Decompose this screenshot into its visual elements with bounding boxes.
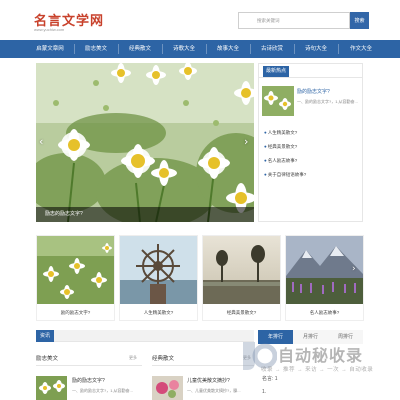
watermark-subtitle: 收录 → 推荐 → 来访 → 一次 → 自动收录 — [261, 367, 374, 373]
article-title[interactable]: 儿童优美散文摘抄? — [187, 377, 230, 384]
nav-item-ancient-poems[interactable]: 古诗欣赏 — [252, 40, 292, 58]
hot-featured-title[interactable]: 励的励志文字? — [297, 88, 330, 95]
gallery-card-caption: 人生精美散文? — [143, 310, 174, 315]
slider-next-arrow[interactable]: › — [244, 135, 248, 148]
bullet-icon: ● — [264, 144, 267, 149]
nav-item-inspirational[interactable]: 励志美文 — [76, 40, 116, 58]
nav-divider — [206, 44, 207, 54]
hot-item-label: 关于自律短语故事? — [267, 172, 307, 177]
hot-panel-title: 最新热点 — [263, 66, 290, 77]
section-title-prose[interactable]: 经典散文 — [152, 354, 174, 362]
search-button[interactable]: 搜索 — [350, 12, 369, 29]
gallery-card[interactable]: 励的励志文字? — [36, 235, 115, 321]
hot-panel: 最新热点 励的励志文字? 一、励的励志文字?，1,从容勤奋... ●人生精美散文… — [258, 63, 363, 222]
nav-item-home[interactable]: 启蒙文章网 — [28, 40, 72, 58]
bullet-icon: ● — [264, 158, 267, 163]
gallery-card[interactable]: 人生精美散文? — [119, 235, 198, 321]
gallery-image-lakeside-trees — [203, 236, 280, 304]
gallery-card[interactable]: › 名人励志故事? — [285, 235, 364, 321]
hot-list-item[interactable]: ●经典美景散文? — [264, 144, 297, 150]
nav-item-poetry[interactable]: 诗歌大全 — [164, 40, 204, 58]
gallery-next-arrow[interactable]: › — [352, 264, 356, 274]
nav-divider — [118, 44, 119, 54]
hot-item-label: 经典美景散文? — [267, 144, 298, 149]
daisy-thumb-image — [262, 86, 294, 116]
nav-divider — [338, 44, 339, 54]
watermark-title: 自动秘收录 — [278, 346, 364, 365]
watermark-overlay: 自动秘收录 收录 → 推荐 → 来访 → 一次 → 自动收录 — [233, 332, 389, 392]
hot-list-item[interactable]: ●人生精美散文? — [264, 130, 297, 136]
nav-item-stories[interactable]: 故事大全 — [208, 40, 248, 58]
logo-url: www.yuchiw.com — [34, 27, 65, 32]
main-nav: 启蒙文章网 励志美文 经典散文 诗歌大全 故事大全 古诗欣赏 诗句大全 作文大全 — [0, 40, 400, 58]
daisy-photo — [36, 63, 254, 222]
nav-item-essays[interactable]: 作文大全 — [340, 40, 382, 58]
nav-divider — [162, 44, 163, 54]
hot-item-label: 人生精美散文? — [267, 130, 298, 135]
header: 名言文学网 www.yuchiw.com 搜索 — [0, 0, 400, 40]
gallery-card[interactable]: 经典美景散文? — [202, 235, 281, 321]
nav-item-prose[interactable]: 经典散文 — [120, 40, 160, 58]
section-more-link[interactable]: 更多 — [129, 355, 137, 361]
info-bar: 资讯 — [36, 330, 254, 342]
gallery-card-caption: 经典美景散文? — [226, 310, 257, 315]
article-summary: 一、励的励志文字?，1,从容勤奋... — [72, 388, 133, 393]
section-divider — [36, 365, 142, 366]
section-title-inspirational[interactable]: 励志美文 — [36, 354, 58, 362]
nav-divider — [250, 44, 251, 54]
gallery-card-caption: 励的励志文字? — [60, 310, 91, 315]
bullet-icon: ● — [264, 130, 267, 135]
gallery-image-ship-wheel — [120, 236, 197, 304]
hot-list-item[interactable]: ●名人励志故事? — [264, 158, 297, 164]
hot-featured-thumb[interactable] — [262, 86, 294, 116]
article-thumb[interactable] — [36, 376, 67, 400]
gallery-card-caption: 名人励志故事? — [309, 310, 340, 315]
nav-divider — [294, 44, 295, 54]
hot-item-label: 名人励志故事? — [267, 158, 298, 163]
search-input[interactable] — [238, 12, 350, 29]
slider-caption[interactable]: 励志的励志文字? — [36, 207, 254, 222]
article-thumb[interactable] — [152, 376, 183, 400]
gallery-image-daisies — [37, 236, 114, 304]
hot-featured-desc: 一、励的励志文字?，1,从容勤奋... — [297, 99, 358, 104]
info-tag: 资讯 — [36, 330, 55, 342]
article-title[interactable]: 励的励志文字? — [72, 377, 105, 384]
nav-item-verses[interactable]: 诗句大全 — [296, 40, 336, 58]
bullet-icon: ● — [264, 172, 267, 177]
nav-divider — [74, 44, 75, 54]
hero-slider[interactable]: ‹ › 励志的励志文字? — [36, 63, 254, 222]
hot-list-item[interactable]: ●关于自律短语故事? — [264, 172, 306, 178]
hot-panel-header: 最新热点 — [259, 64, 362, 78]
slider-prev-arrow[interactable]: ‹ — [39, 135, 43, 148]
